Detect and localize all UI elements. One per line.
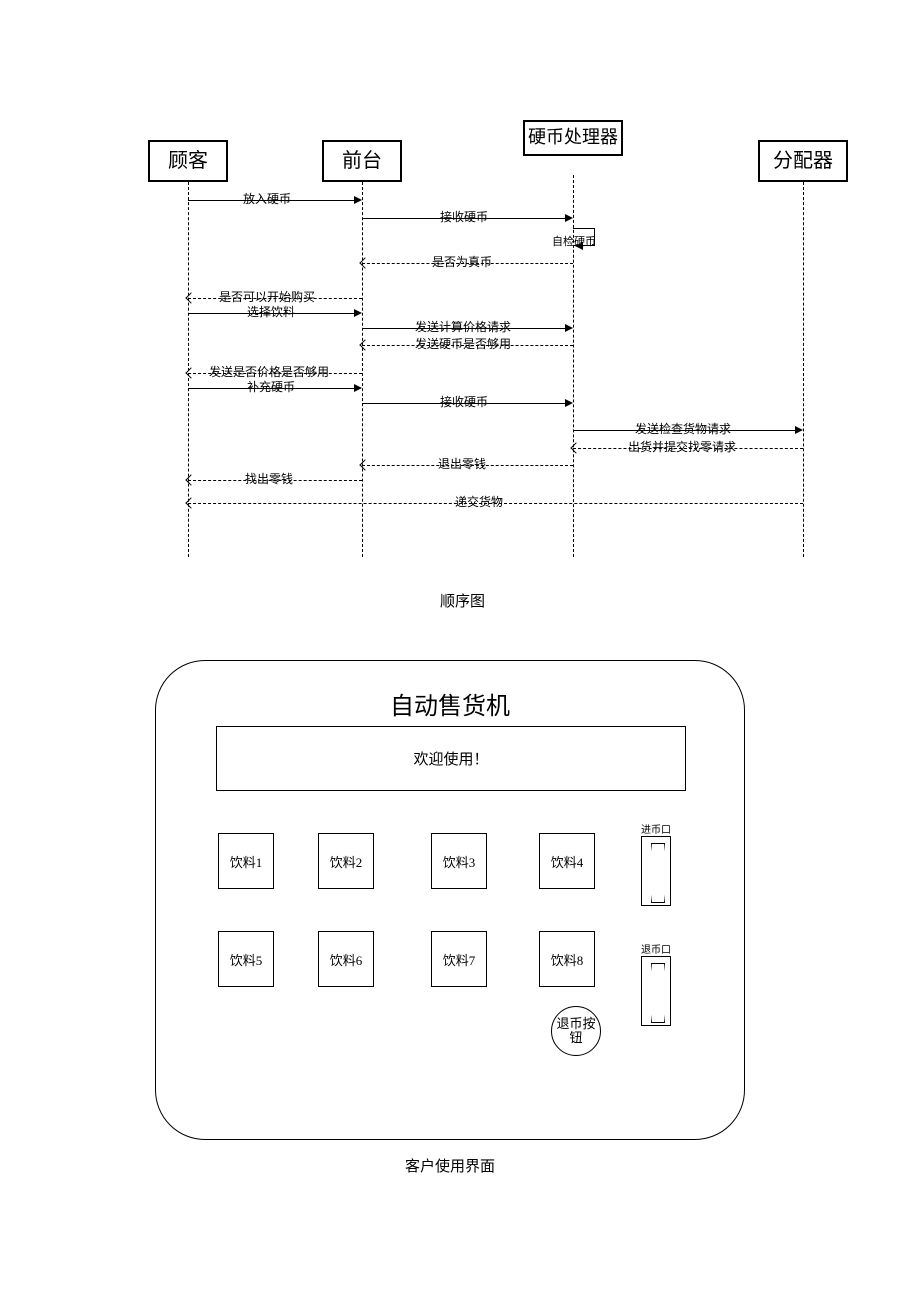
msg-is-real-label: 是否为真币 xyxy=(432,253,492,270)
arrow-icon xyxy=(565,214,573,222)
actor-coin-handler: 硬币处理器 xyxy=(523,120,623,156)
msg-eject-change-label: 退出零钱 xyxy=(438,455,486,472)
msg-enough-coin-label: 发送硬币是否够用 xyxy=(415,335,511,352)
msg-insert-coin-label: 放入硬币 xyxy=(243,190,291,207)
arrow-icon xyxy=(565,399,573,407)
msg-recv-coin-2-label: 接收硬币 xyxy=(440,393,488,410)
drink-button-3[interactable]: 饮料3 xyxy=(431,833,487,889)
drink-button-8[interactable]: 饮料8 xyxy=(539,931,595,987)
lifeline-dispenser xyxy=(803,182,804,557)
arrow-icon xyxy=(354,384,362,392)
msg-check-goods-label: 发送检查货物请求 xyxy=(635,420,731,437)
refund-button-label: 退币按钮 xyxy=(552,1017,600,1046)
arrow-icon xyxy=(354,309,362,317)
coin-in-slot[interactable] xyxy=(641,836,671,906)
msg-select-drink-label: 选择饮料 xyxy=(247,303,295,320)
arrow-icon xyxy=(795,426,803,434)
refund-button[interactable]: 退币按钮 xyxy=(551,1006,601,1056)
drink-button-7[interactable]: 饮料7 xyxy=(431,931,487,987)
vending-caption: 客户使用界面 xyxy=(405,1155,495,1176)
arrow-icon xyxy=(565,324,573,332)
actor-dispenser: 分配器 xyxy=(758,140,848,182)
msg-deliver-goods-label: 递交货物 xyxy=(455,493,503,510)
msg-self-check-label: 自检硬币 xyxy=(552,233,596,249)
drink-button-1[interactable]: 饮料1 xyxy=(218,833,274,889)
sequence-caption: 顺序图 xyxy=(440,590,485,611)
msg-recv-coin-1-label: 接收硬币 xyxy=(440,208,488,225)
arrow-icon xyxy=(354,196,362,204)
lifeline-front xyxy=(362,182,363,557)
vending-display: 欢迎使用！ xyxy=(216,726,686,791)
vending-panel: 自动售货机 欢迎使用！ 饮料1 饮料2 饮料3 饮料4 饮料5 饮料6 饮料7 … xyxy=(155,660,745,1140)
coin-out-label: 退币口 xyxy=(641,941,671,956)
coin-in-label: 进币口 xyxy=(641,821,671,836)
drink-button-6[interactable]: 饮料6 xyxy=(318,931,374,987)
vending-title: 自动售货机 xyxy=(390,686,510,721)
drink-button-2[interactable]: 饮料2 xyxy=(318,833,374,889)
actor-front: 前台 xyxy=(322,140,402,182)
msg-give-change-label: 找出零钱 xyxy=(245,470,293,487)
drink-button-4[interactable]: 饮料4 xyxy=(539,833,595,889)
msg-send-calc-label: 发送计算价格请求 xyxy=(415,318,511,335)
coin-out-slot xyxy=(641,956,671,1026)
msg-replenish-label: 补充硬币 xyxy=(247,378,295,395)
actor-customer: 顾客 xyxy=(148,140,228,182)
msg-ship-change-label: 出货并提交找零请求 xyxy=(628,438,736,455)
drink-button-5[interactable]: 饮料5 xyxy=(218,931,274,987)
